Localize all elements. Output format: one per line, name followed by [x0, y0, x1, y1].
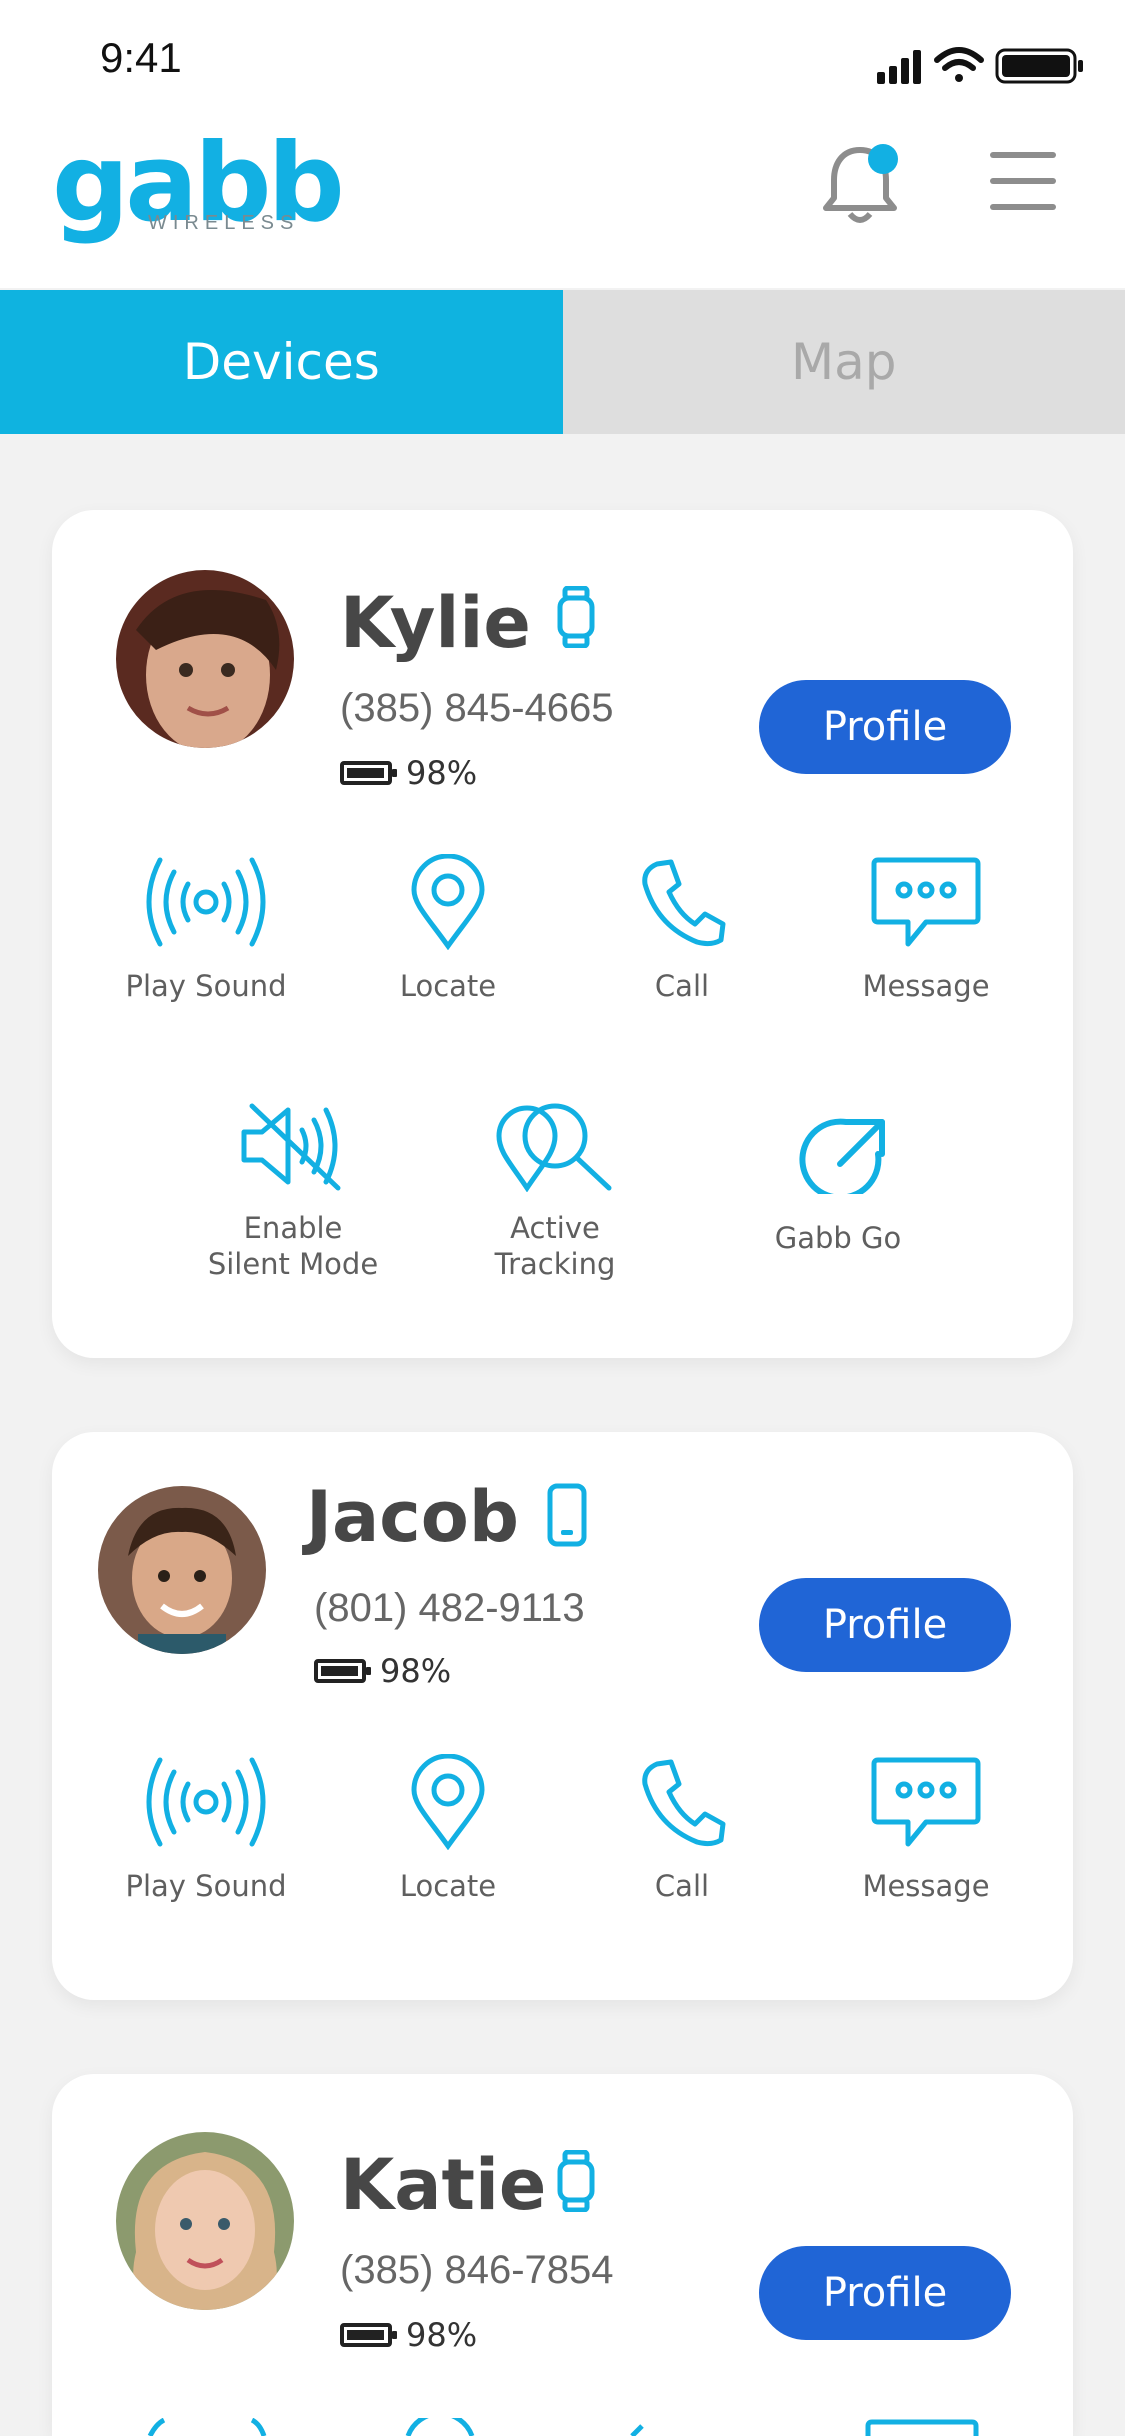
- battery-fill: [347, 768, 385, 778]
- battery-percent: 98%: [380, 1652, 452, 1690]
- battery-icon: [340, 761, 397, 785]
- profile-button[interactable]: Profile: [759, 680, 1011, 774]
- action-label: Gabb Go: [774, 1221, 902, 1255]
- watch-icon: [557, 586, 595, 648]
- message-button[interactable]: Message: [826, 1754, 1026, 1904]
- action-label: Message: [862, 969, 990, 1003]
- avatar: [116, 2132, 294, 2310]
- phone-number: (385) 845-4665: [340, 686, 614, 730]
- gabb-go-icon: [799, 1118, 885, 1194]
- signal-icon: [877, 50, 921, 84]
- phone-number: (801) 482-9113: [314, 1586, 585, 1630]
- battery-indicator: 98%: [340, 754, 477, 792]
- phone-number: (385) 846-7854: [340, 2248, 614, 2292]
- tab-devices[interactable]: Devices: [0, 290, 563, 434]
- hamburger-menu-icon[interactable]: [990, 152, 1056, 210]
- phone-call-icon: [642, 1759, 726, 1847]
- action-label: Enable Silent Mode: [207, 1211, 379, 1281]
- avatar: [116, 570, 294, 748]
- locate-button[interactable]: Locate: [348, 1754, 548, 1904]
- logo-subtext: WIRELESS: [148, 212, 300, 234]
- location-pin-icon: [411, 1754, 485, 1850]
- battery-percent: 98%: [406, 754, 478, 792]
- play-sound-icon: [146, 1757, 266, 1847]
- battery-status-icon: [995, 48, 1083, 84]
- device-name: Katie: [340, 2144, 547, 2226]
- profile-button[interactable]: Profile: [759, 1578, 1011, 1672]
- action-icons-cutoff: [147, 2418, 979, 2436]
- battery-indicator: 98%: [340, 2316, 477, 2354]
- play-sound-button[interactable]: Play Sound: [106, 854, 306, 1004]
- battery-indicator: 98%: [314, 1652, 451, 1690]
- battery-fill: [347, 2330, 385, 2340]
- profile-button[interactable]: Profile: [759, 2246, 1011, 2340]
- battery-icon: [340, 2323, 397, 2347]
- avatar: [98, 1486, 266, 1654]
- top-bar: 9:41 gabb WIRELESS: [0, 0, 1125, 288]
- play-sound-button[interactable]: Play Sound: [106, 1754, 306, 1904]
- location-pin-icon: [411, 854, 485, 950]
- device-name: Jacob: [306, 1476, 519, 1558]
- action-label: Active Tracking: [494, 1211, 616, 1281]
- active-tracking-icon: [496, 1103, 612, 1192]
- battery-fill: [321, 1666, 359, 1676]
- device-card-kylie: Kylie (385) 845-4665 98% Profile Play So…: [52, 510, 1073, 1358]
- silent-mode-button[interactable]: Enable Silent Mode: [193, 1100, 393, 1282]
- call-button[interactable]: Call: [582, 1754, 782, 1904]
- message-icon: [871, 1757, 981, 1847]
- phone-icon: [547, 1483, 587, 1547]
- action-label: Play Sound: [125, 1869, 287, 1903]
- active-tracking-button[interactable]: Active Tracking: [455, 1100, 655, 1282]
- status-icons: [877, 47, 1083, 84]
- battery-icon: [314, 1659, 371, 1683]
- tab-bar: Devices Map: [0, 290, 1125, 434]
- message-button[interactable]: Message: [826, 854, 1026, 1004]
- watch-icon: [557, 2150, 595, 2212]
- phone-call-icon: [642, 859, 726, 947]
- action-label: Call: [654, 969, 710, 1003]
- call-button[interactable]: Call: [582, 854, 782, 1004]
- notification-badge: [868, 144, 898, 174]
- tab-map[interactable]: Map: [562, 290, 1125, 434]
- device-card-jacob: Jacob (801) 482-9113 98% Profile Play So…: [52, 1432, 1073, 2000]
- device-name: Kylie: [340, 582, 531, 664]
- wifi-icon: [934, 47, 984, 82]
- message-icon: [871, 857, 981, 947]
- play-sound-icon: [146, 857, 266, 947]
- status-time: 9:41: [100, 34, 182, 81]
- speaker-mute-icon: [241, 1103, 341, 1191]
- action-label: Play Sound: [125, 969, 287, 1003]
- device-card-katie: Katie (385) 846-7854 98% Profile: [52, 2074, 1073, 2436]
- action-label: Locate: [399, 1869, 497, 1903]
- action-label: Call: [654, 1869, 710, 1903]
- gabb-go-button[interactable]: Gabb Go: [738, 1114, 938, 1256]
- locate-button[interactable]: Locate: [348, 854, 548, 1004]
- action-label: Locate: [399, 969, 497, 1003]
- gabb-logo: gabb WIRELESS: [52, 130, 345, 238]
- battery-percent: 98%: [406, 2316, 478, 2354]
- action-label: Message: [862, 1869, 990, 1903]
